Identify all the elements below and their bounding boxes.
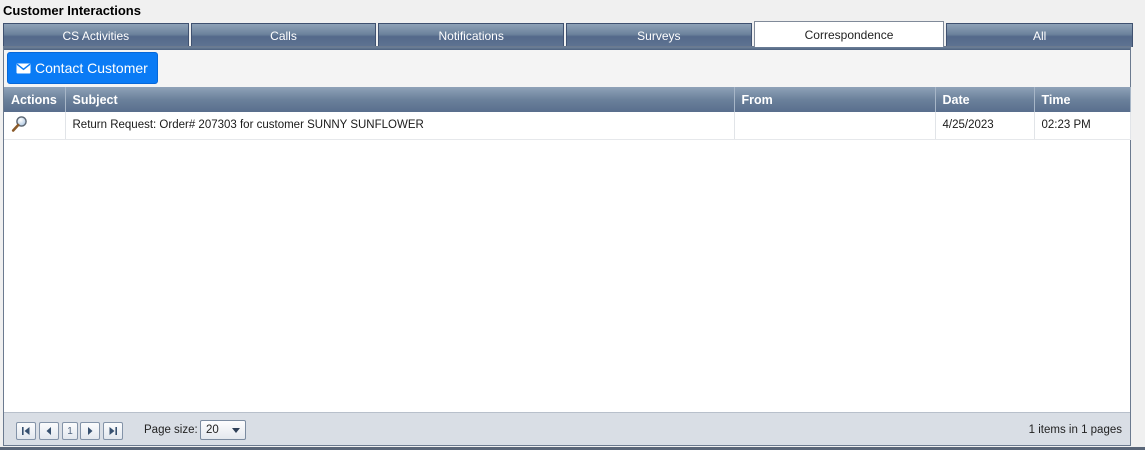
magnifier-icon[interactable] (11, 115, 29, 136)
first-page-button[interactable] (16, 422, 36, 440)
page-size-value: 20 (206, 424, 219, 436)
chevron-right-icon (88, 427, 93, 435)
column-header-date[interactable]: Date (935, 87, 1035, 112)
table-row[interactable]: Return Request: Order# 207303 for custom… (4, 112, 1131, 140)
envelope-icon (16, 63, 31, 74)
chevron-left-icon (46, 427, 51, 435)
column-header-subject[interactable]: Subject (65, 87, 735, 112)
page-size-label: Page size: (144, 424, 198, 436)
table-header-row: Actions Subject From Date Time (4, 87, 1131, 112)
column-header-from[interactable]: From (734, 87, 936, 112)
tab-cs-activities[interactable]: CS Activities (3, 23, 189, 47)
contact-customer-label: Contact Customer (35, 60, 148, 76)
tab-correspondence[interactable]: Correspondence (753, 21, 945, 47)
column-header-time[interactable]: Time (1034, 87, 1131, 112)
tab-notifications[interactable]: Notifications (378, 23, 565, 47)
pager: 1 Page size: 20 1 items in 1 pages (4, 412, 1130, 445)
first-page-icon (22, 427, 30, 435)
tab-strip: CS Activities Calls Notifications Survey… (3, 21, 1134, 47)
contact-customer-button[interactable]: Contact Customer (7, 52, 158, 84)
toolbar: Contact Customer (4, 50, 1130, 88)
correspondence-table: Actions Subject From Date Time Return Re… (4, 87, 1131, 140)
page-number-button[interactable]: 1 (62, 422, 78, 440)
next-page-button[interactable] (80, 422, 100, 440)
previous-page-button[interactable] (39, 422, 59, 440)
row-subject-cell: Return Request: Order# 207303 for custom… (65, 112, 735, 140)
row-date-cell: 4/25/2023 (935, 112, 1035, 140)
section-title: Customer Interactions (3, 3, 141, 18)
tab-calls[interactable]: Calls (190, 23, 377, 47)
row-from-cell (734, 112, 936, 140)
row-actions-cell (4, 112, 66, 140)
column-header-actions[interactable]: Actions (4, 87, 66, 112)
row-time-cell: 02:23 PM (1034, 112, 1131, 140)
chevron-down-icon (232, 428, 240, 433)
tab-all[interactable]: All (946, 23, 1134, 47)
last-page-icon (109, 427, 117, 435)
page-size-select[interactable]: 20 (200, 420, 246, 440)
pager-info: 1 items in 1 pages (1028, 424, 1122, 436)
last-page-button[interactable] (103, 422, 123, 440)
tab-surveys[interactable]: Surveys (566, 23, 752, 47)
correspondence-panel: Contact Customer Actions Subject From Da… (3, 46, 1131, 446)
